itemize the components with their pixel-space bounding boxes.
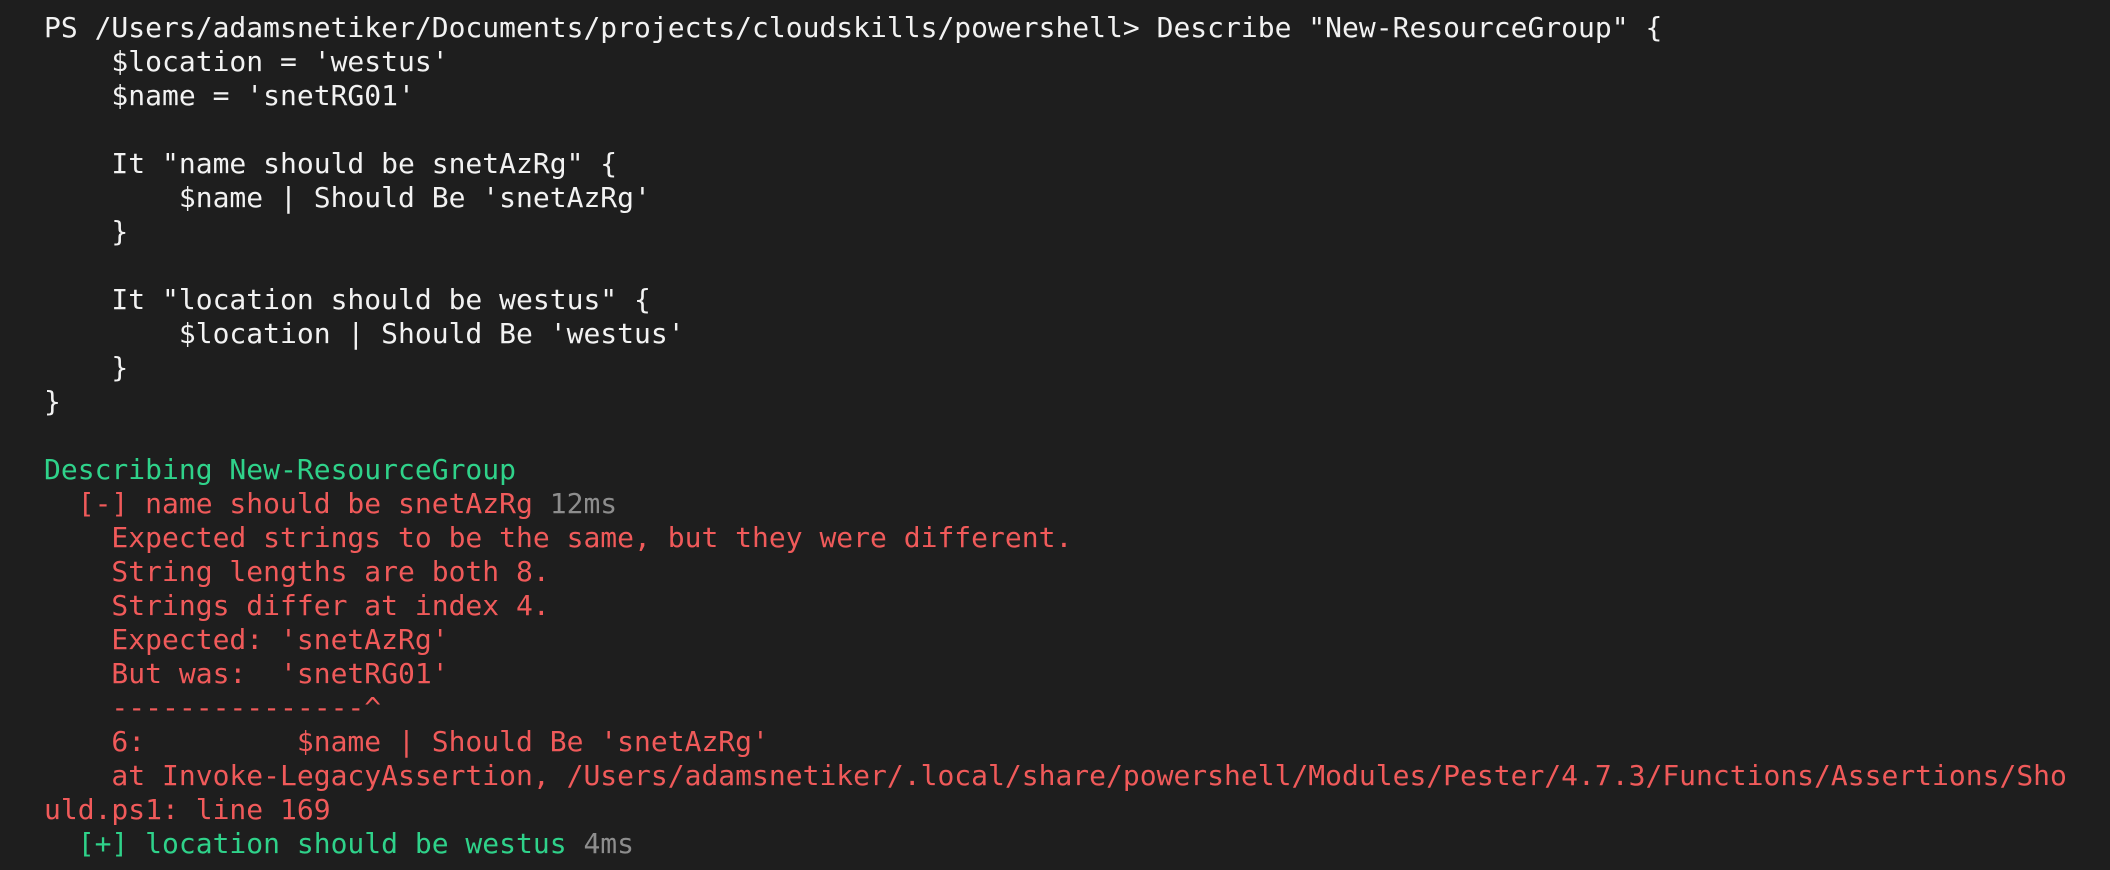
terminal-text: 6: $name | Should Be 'snetAzRg' [44, 725, 769, 758]
terminal-text: } [44, 351, 129, 384]
terminal-line: [+] location should be westus 4ms [44, 827, 2104, 861]
terminal-text: $location | Should Be 'westus' [44, 317, 685, 350]
terminal-line: 6: $name | Should Be 'snetAzRg' [44, 725, 2104, 759]
terminal-text: uld.ps1: line 169 [44, 793, 331, 826]
terminal-line: [-] name should be snetAzRg 12ms [44, 487, 2104, 521]
terminal-text: [-] name should be snetAzRg [44, 487, 550, 520]
terminal-line: $location = 'westus' [44, 45, 2104, 79]
terminal-text: Describing New-ResourceGroup [44, 453, 517, 486]
terminal-line: } [44, 351, 2104, 385]
terminal-text: $name = 'snetRG01' [44, 79, 415, 112]
terminal-text: But was: 'snetRG01' [44, 657, 449, 690]
terminal-line: Describing New-ResourceGroup [44, 453, 2104, 487]
terminal-line: Expected: 'snetAzRg' [44, 623, 2104, 657]
terminal-line: $name = 'snetRG01' [44, 79, 2104, 113]
terminal-line: PS /Users/adamsnetiker/Documents/project… [44, 11, 2104, 45]
terminal-text: Expected strings to be the same, but the… [44, 521, 1073, 554]
terminal-line: ---------------^ [44, 691, 2104, 725]
terminal-line: It "name should be snetAzRg" { [44, 147, 2104, 181]
terminal-text: String lengths are both 8. [44, 555, 550, 588]
terminal-text: Expected: 'snetAzRg' [44, 623, 449, 656]
terminal-line: But was: 'snetRG01' [44, 657, 2104, 691]
terminal-line: It "location should be westus" { [44, 283, 2104, 317]
terminal-line: $location | Should Be 'westus' [44, 317, 2104, 351]
terminal-text: $name | Should Be 'snetAzRg' [44, 181, 651, 214]
terminal-text: } [44, 385, 61, 418]
terminal-line: } [44, 215, 2104, 249]
terminal-text: [+] location should be westus [44, 827, 584, 860]
terminal-line: $name | Should Be 'snetAzRg' [44, 181, 2104, 215]
terminal-line: String lengths are both 8. [44, 555, 2104, 589]
terminal-line: uld.ps1: line 169 [44, 793, 2104, 827]
terminal-line: } [44, 385, 2104, 419]
terminal-output[interactable]: PS /Users/adamsnetiker/Documents/project… [44, 11, 2104, 870]
terminal-line: Strings differ at index 4. [44, 589, 2104, 623]
terminal-text: 4ms [583, 827, 635, 860]
terminal-text: } [44, 215, 129, 248]
terminal-text: at Invoke-LegacyAssertion, /Users/adamsn… [44, 759, 2067, 792]
terminal-text: It "name should be snetAzRg" { [44, 147, 618, 180]
terminal-text: ---------------^ [44, 691, 382, 724]
terminal-text: $location = 'westus' [44, 45, 449, 78]
terminal-text: 12ms [549, 487, 618, 520]
terminal-text: PS /Users/adamsnetiker/Documents/project… [44, 11, 1663, 44]
terminal-text: Strings differ at index 4. [44, 589, 550, 622]
terminal-text: It "location should be westus" { [44, 283, 651, 316]
terminal-line: Expected strings to be the same, but the… [44, 521, 2104, 555]
terminal-line: at Invoke-LegacyAssertion, /Users/adamsn… [44, 759, 2104, 793]
